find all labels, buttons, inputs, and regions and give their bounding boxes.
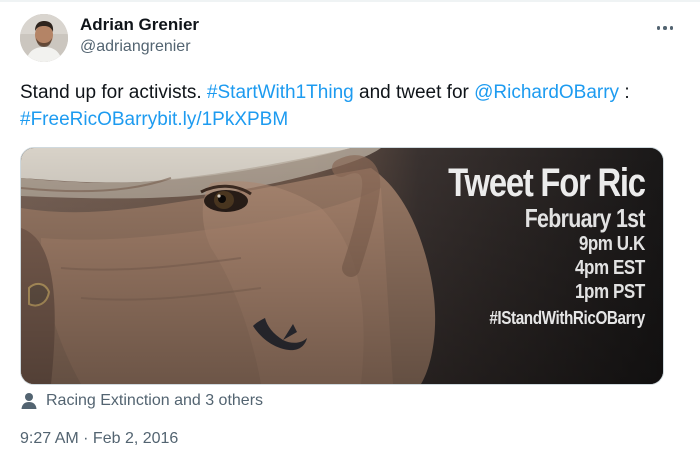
tweet-header: Adrian Grenier @adriangrenier: [20, 14, 680, 62]
avatar-image: [20, 14, 68, 62]
media-title: Tweet For Ric: [448, 161, 646, 205]
dot: [663, 26, 667, 30]
author-display-name[interactable]: Adrian Grenier: [80, 14, 199, 36]
person-icon: [21, 393, 37, 409]
media-hashtag: #IStandWithRicOBarry: [489, 308, 646, 328]
tagged-users[interactable]: Racing Extinction and 3 others: [20, 389, 263, 413]
media-time-pst: 1pm PST: [575, 281, 645, 303]
dot: [669, 26, 674, 30]
hashtag-link[interactable]: #FreeRicOBarry: [20, 109, 157, 130]
media-overlay-text: Tweet For Ric February 1st 9pm U.K 4pm E…: [405, 161, 646, 330]
tweet-text-part: :: [619, 82, 630, 103]
tweet-text-part: Stand up for activists.: [20, 82, 207, 103]
media-time-uk: 9pm U.K: [579, 233, 645, 255]
dot: [656, 26, 661, 30]
tweet-media-image[interactable]: Tweet For Ric February 1st 9pm U.K 4pm E…: [20, 147, 664, 385]
mention-link[interactable]: @RichardOBarry: [474, 82, 619, 103]
media-date: February 1st: [524, 203, 646, 233]
author-names: Adrian Grenier @adriangrenier: [80, 14, 199, 58]
tweet-text-part: and tweet for: [353, 82, 475, 103]
top-divider: [0, 0, 700, 2]
tagged-label: Racing Extinction and 3 others: [46, 392, 264, 409]
author-handle[interactable]: @adriangrenier: [80, 36, 199, 58]
tweet-text: Stand up for activists. #StartWith1Thing…: [20, 79, 680, 133]
hashtag-link[interactable]: #StartWith1Thing: [207, 82, 354, 103]
avatar[interactable]: [20, 14, 68, 62]
more-options-icon[interactable]: [650, 18, 680, 38]
url-link[interactable]: bit.ly/1PkXPBM: [157, 109, 288, 130]
tweet-timestamp[interactable]: 9:27 AM · Feb 2, 2016: [20, 428, 178, 450]
media-time-est: 4pm EST: [575, 257, 645, 279]
